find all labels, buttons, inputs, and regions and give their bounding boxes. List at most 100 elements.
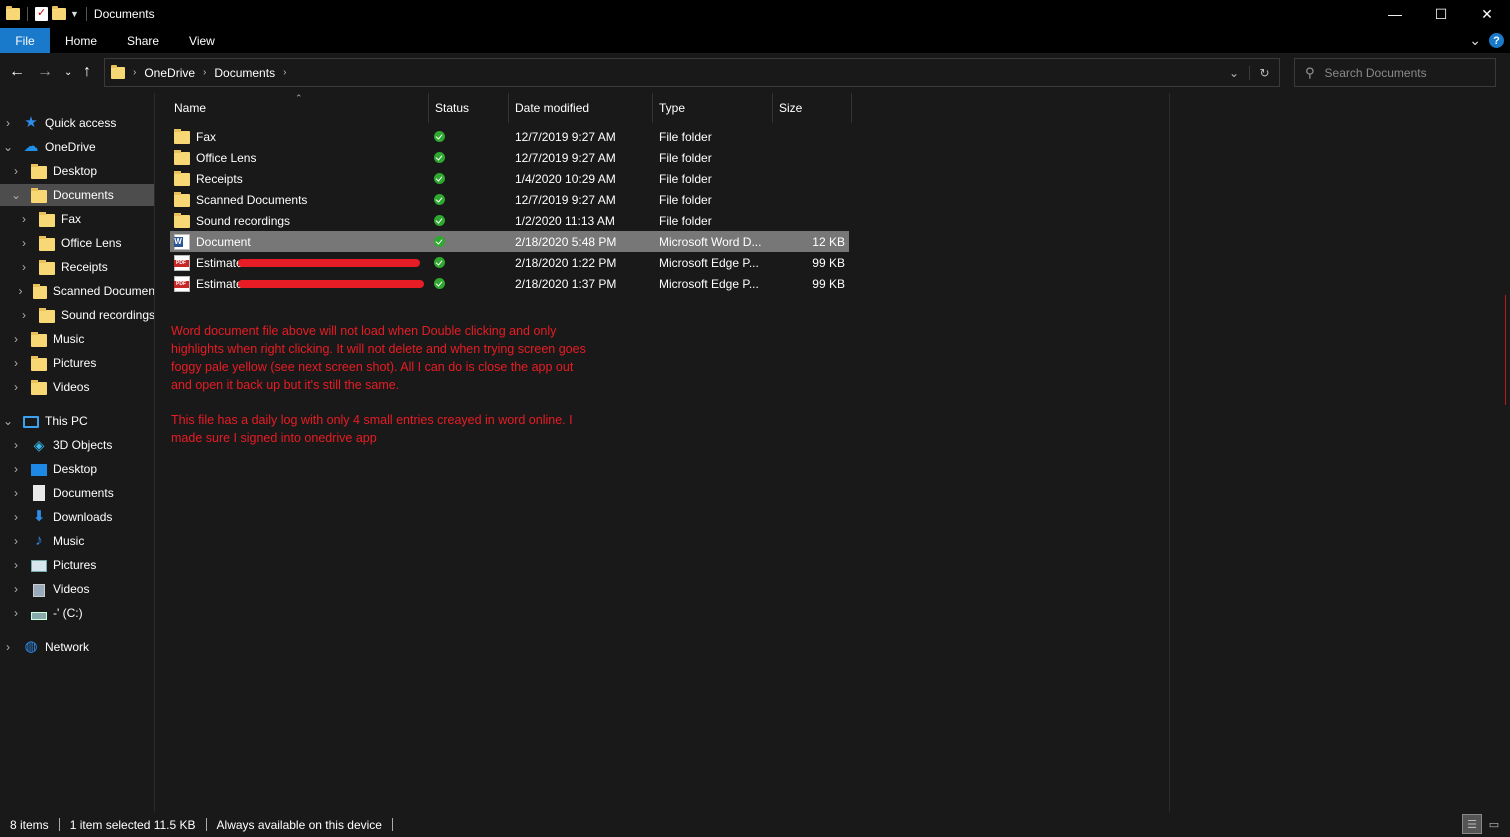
- column-header-name[interactable]: Name: [168, 93, 429, 123]
- expand-chevron-icon[interactable]: ›: [3, 640, 13, 654]
- properties-icon[interactable]: [35, 6, 48, 21]
- expand-chevron-icon[interactable]: ›: [11, 486, 21, 500]
- recent-locations-chevron-icon[interactable]: ⌄: [64, 67, 72, 78]
- file-row[interactable]: Fax 12/7/2019 9:27 AM File folder: [170, 126, 849, 147]
- availability-status: Always available on this device: [216, 817, 382, 832]
- collapse-chevron-icon[interactable]: ⌄: [11, 188, 21, 202]
- nav-item[interactable]: › Scanned Documen: [0, 280, 154, 302]
- nav-item[interactable]: › ◍ Network: [0, 636, 154, 658]
- annotation-paragraph: Word document file above will not load w…: [171, 324, 586, 392]
- breadcrumb-separator[interactable]: ›: [203, 67, 206, 78]
- expand-chevron-icon[interactable]: ›: [16, 284, 25, 298]
- nav-item[interactable]: › Receipts: [0, 256, 154, 278]
- breadcrumb-separator[interactable]: ›: [283, 67, 286, 78]
- expand-chevron-icon[interactable]: ›: [11, 582, 21, 596]
- nav-item[interactable]: › ★ Quick access: [0, 112, 154, 134]
- address-bar[interactable]: › OneDrive › Documents › ⌄ ↻: [104, 58, 1280, 87]
- nav-item[interactable]: › Pictures: [0, 352, 154, 374]
- view-toggle: ☰ ▭: [1462, 814, 1504, 834]
- expand-chevron-icon[interactable]: ›: [11, 164, 21, 178]
- expand-chevron-icon[interactable]: ›: [19, 236, 29, 250]
- type-cell: File folder: [659, 129, 712, 144]
- breadcrumb-documents[interactable]: Documents: [214, 66, 275, 80]
- nav-item[interactable]: › -' (C:): [0, 602, 154, 624]
- expand-chevron-icon[interactable]: ›: [11, 438, 21, 452]
- tab-home[interactable]: Home: [50, 28, 112, 53]
- new-folder-icon[interactable]: [52, 6, 66, 20]
- folder-icon: [31, 331, 47, 347]
- expand-chevron-icon[interactable]: ›: [11, 380, 21, 394]
- nav-item[interactable]: › Videos: [0, 578, 154, 600]
- expand-chevron-icon[interactable]: ›: [19, 260, 29, 274]
- tab-share[interactable]: Share: [112, 28, 174, 53]
- tab-view[interactable]: View: [174, 28, 230, 53]
- file-row[interactable]: Receipts 1/4/2020 10:29 AM File folder: [170, 168, 849, 189]
- nav-item[interactable]: ⌄ This PC: [0, 410, 154, 432]
- expand-chevron-icon[interactable]: ›: [11, 534, 21, 548]
- minimize-button[interactable]: —: [1372, 0, 1418, 28]
- details-view-icon[interactable]: ☰: [1462, 814, 1482, 834]
- breadcrumb-separator[interactable]: ›: [133, 67, 136, 78]
- nav-item-label: 3D Objects: [53, 438, 113, 452]
- expand-chevron-icon[interactable]: ›: [11, 510, 21, 524]
- file-row[interactable]: Estimate 2/18/2020 1:37 PM Microsoft Edge …: [170, 273, 849, 294]
- file-row[interactable]: Office Lens 12/7/2019 9:27 AM File folder: [170, 147, 849, 168]
- expand-chevron-icon[interactable]: ›: [19, 308, 29, 322]
- back-arrow-icon[interactable]: ←: [9, 63, 25, 81]
- nav-item[interactable]: › Videos: [0, 376, 154, 398]
- nav-item[interactable]: › ⬇ Downloads: [0, 506, 154, 528]
- synced-check-icon: [434, 152, 445, 163]
- folder-icon: [111, 64, 125, 79]
- collapse-chevron-icon[interactable]: ⌄: [3, 414, 13, 428]
- nav-item[interactable]: › Pictures: [0, 554, 154, 576]
- nav-item[interactable]: › Office Lens: [0, 232, 154, 254]
- column-header-date-modified[interactable]: Date modified: [509, 93, 653, 123]
- column-header-status[interactable]: Status: [429, 93, 509, 123]
- file-name-cell: Fax: [174, 126, 424, 147]
- search-box[interactable]: ⚲: [1294, 58, 1496, 87]
- file-row[interactable]: Document 2/18/2020 5:48 PM Microsoft Word …: [170, 231, 849, 252]
- expand-chevron-icon[interactable]: ›: [19, 212, 29, 226]
- expand-ribbon-icon[interactable]: ⌄: [1469, 32, 1481, 49]
- up-arrow-icon[interactable]: ↑: [83, 63, 91, 81]
- forward-arrow-icon[interactable]: →: [37, 63, 53, 81]
- nav-item[interactable]: ⌄ Documents: [0, 184, 154, 206]
- address-history-chevron-icon[interactable]: ⌄: [1219, 66, 1249, 80]
- tab-file[interactable]: File: [0, 28, 50, 53]
- collapse-chevron-icon[interactable]: ⌄: [3, 140, 13, 154]
- nav-item[interactable]: › Music: [0, 328, 154, 350]
- nav-item[interactable]: › ◈ 3D Objects: [0, 434, 154, 456]
- synced-check-icon: [434, 131, 445, 142]
- type-cell: File folder: [659, 171, 712, 186]
- nav-item[interactable]: › Desktop: [0, 458, 154, 480]
- file-row[interactable]: Sound recordings 1/2/2020 11:13 AM File fo…: [170, 210, 849, 231]
- breadcrumb: › OneDrive › Documents ›: [105, 64, 286, 80]
- nav-item[interactable]: › Sound recordings: [0, 304, 154, 326]
- close-button[interactable]: ✕: [1464, 0, 1510, 28]
- column-header-size[interactable]: Size: [773, 93, 852, 123]
- column-header-type[interactable]: Type: [653, 93, 773, 123]
- word-icon: [174, 233, 190, 250]
- help-icon[interactable]: ?: [1489, 33, 1504, 48]
- refresh-icon[interactable]: ↻: [1249, 65, 1279, 80]
- file-row[interactable]: Estimate 2/18/2020 1:22 PM Microsoft Edge …: [170, 252, 849, 273]
- expand-chevron-icon[interactable]: ›: [11, 332, 21, 346]
- folder-icon[interactable]: [6, 6, 20, 20]
- maximize-button[interactable]: ☐: [1418, 0, 1464, 28]
- breadcrumb-onedrive[interactable]: OneDrive: [144, 66, 195, 80]
- expand-chevron-icon[interactable]: ›: [11, 558, 21, 572]
- expand-chevron-icon[interactable]: ›: [11, 606, 21, 620]
- expand-chevron-icon[interactable]: ›: [3, 116, 13, 130]
- nav-item[interactable]: › Documents: [0, 482, 154, 504]
- expand-chevron-icon[interactable]: ›: [11, 356, 21, 370]
- divider: [391, 818, 393, 831]
- expand-chevron-icon[interactable]: ›: [11, 462, 21, 476]
- nav-item[interactable]: › Fax: [0, 208, 154, 230]
- large-icons-view-icon[interactable]: ▭: [1484, 814, 1504, 834]
- search-input[interactable]: [1324, 65, 1485, 80]
- nav-item[interactable]: ⌄ ☁ OneDrive: [0, 136, 154, 158]
- file-row[interactable]: Scanned Documents 12/7/2019 9:27 AM File f…: [170, 189, 849, 210]
- customize-toolbar-dropdown-icon[interactable]: ▼: [70, 9, 79, 19]
- nav-item[interactable]: › Desktop: [0, 160, 154, 182]
- nav-item[interactable]: › ♪ Music: [0, 530, 154, 552]
